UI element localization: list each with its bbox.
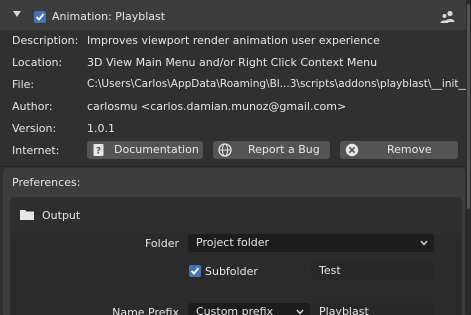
addon-title: Animation: Playblast	[52, 10, 166, 23]
output-title: Output	[42, 209, 81, 222]
subfolder-label: Subfolder	[205, 265, 258, 278]
folder-label: Folder	[145, 237, 179, 250]
remove-button[interactable]: Remove	[340, 141, 458, 159]
folder-dropdown[interactable]: Project folder	[188, 234, 434, 252]
scrollbar-thumb[interactable]	[467, 4, 470, 209]
help-book-icon: ?	[93, 144, 104, 157]
addon-header[interactable]: Animation: Playblast	[0, 0, 466, 30]
checkmark-icon	[35, 13, 45, 21]
scrollbar[interactable]	[466, 0, 471, 315]
divider	[0, 166, 466, 167]
internet-label: Internet:	[12, 144, 60, 157]
description-label: Description:	[12, 34, 79, 47]
subfolder-checkbox[interactable]	[189, 265, 201, 277]
documentation-button[interactable]: ? Documentation	[87, 141, 203, 159]
subfolder-name-value: Test	[319, 264, 341, 277]
version-value: 1.0.1	[87, 122, 115, 135]
location-label: Location:	[12, 56, 63, 69]
report-bug-button-label: Report a Bug	[248, 143, 320, 156]
subfolder-name-input[interactable]: Test	[311, 262, 434, 280]
author-value: carlosmu <carlos.damian.munoz@gmail.com>	[87, 100, 347, 113]
svg-text:?: ?	[96, 147, 101, 157]
version-label: Version:	[12, 122, 57, 135]
preferences-title: Preferences:	[12, 176, 81, 189]
documentation-button-label: Documentation	[114, 143, 199, 156]
user-icon	[440, 10, 455, 23]
addon-preferences-window: Animation: Playblast Description: Improv…	[0, 0, 471, 315]
name-prefix-dropdown-value: Custom prefix	[196, 305, 274, 315]
disclosure-triangle-down-icon[interactable]	[13, 11, 21, 17]
folder-dropdown-value: Project folder	[196, 236, 270, 249]
checkmark-icon	[190, 267, 200, 275]
name-prefix-input[interactable]: Playblast	[311, 303, 434, 315]
addon-enabled-checkbox[interactable]	[34, 11, 46, 23]
author-label: Author:	[12, 100, 53, 113]
remove-x-icon	[345, 143, 359, 157]
report-bug-button[interactable]: Report a Bug	[213, 141, 330, 159]
folder-icon	[20, 210, 34, 220]
remove-button-label: Remove	[387, 143, 432, 156]
location-value: 3D View Main Menu and/or Right Click Con…	[87, 56, 378, 69]
file-label: File:	[12, 78, 35, 91]
name-prefix-value: Playblast	[319, 305, 369, 315]
name-prefix-dropdown[interactable]: Custom prefix	[188, 303, 310, 315]
file-path-value: C:\Users\Carlos\AppData\Roaming\Bl...3\s…	[87, 78, 471, 90]
description-value: Improves viewport render animation user …	[87, 34, 380, 47]
chevron-down-icon	[296, 309, 304, 315]
name-prefix-label: Name Prefix	[112, 306, 179, 315]
chevron-down-icon	[420, 240, 428, 246]
globe-icon	[218, 143, 232, 157]
